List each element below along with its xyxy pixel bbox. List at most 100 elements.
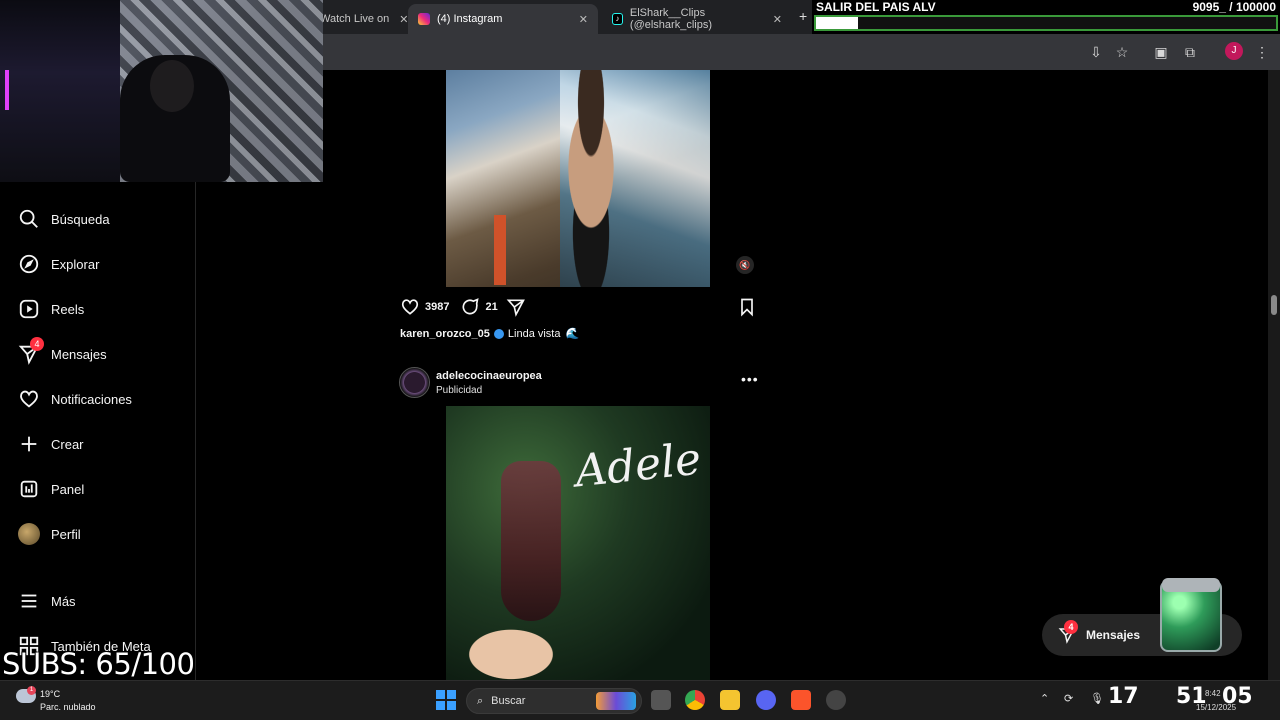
chart-icon: [20, 480, 38, 498]
compass-icon: [19, 254, 39, 274]
post-media-figure: [546, 70, 636, 287]
instagram-sidebar: Búsqueda Explorar Reels 4 Mensajes Notif…: [0, 182, 196, 680]
search-icon: ⌕: [477, 694, 484, 707]
sidebar-item-panel[interactable]: Panel: [18, 478, 84, 500]
profile-avatar[interactable]: J: [1225, 42, 1243, 60]
weather-temperature[interactable]: 19°C: [40, 689, 60, 699]
wave-emoji: 🌊: [565, 328, 580, 340]
post-media-hand: [446, 616, 576, 680]
post-header: adelecocinaeuropea Publicidad •••: [399, 367, 765, 399]
menu-icon: [21, 594, 37, 608]
share-icon[interactable]: [506, 297, 526, 317]
heart-icon: [20, 390, 38, 408]
new-tab-button[interactable]: +: [799, 8, 807, 24]
sidebar-item-mas[interactable]: Más: [18, 590, 76, 612]
more-options-icon[interactable]: •••: [741, 371, 759, 387]
neon-light: [5, 70, 9, 110]
file-explorer-icon[interactable]: [720, 690, 740, 710]
taskbar-search[interactable]: ⌕ Buscar: [466, 688, 642, 714]
like-count: 3987: [425, 301, 450, 313]
close-icon[interactable]: ✕: [579, 13, 588, 26]
goal-title: SALIR DEL PAIS ALV: [816, 0, 936, 14]
notification-badge: 4: [1064, 620, 1078, 634]
sidebar-item-label: Más: [51, 593, 76, 609]
stream-clock-hours: 17: [1108, 684, 1139, 709]
plus-icon: [21, 436, 37, 452]
post-media[interactable]: [446, 70, 710, 287]
bookmark-icon[interactable]: [737, 297, 757, 317]
sidebar-item-perfil[interactable]: Perfil: [18, 523, 81, 545]
search-icon: [19, 209, 38, 228]
system-date[interactable]: 15/12/2025: [1196, 703, 1236, 712]
post-username[interactable]: karen_orozco_05: [400, 328, 490, 340]
stream-goal-overlay: SALIR DEL PAIS ALV 9095_ / 100000: [812, 0, 1280, 34]
instagram-icon: [418, 13, 430, 25]
tab-title: Watch Live on: [320, 13, 390, 25]
system-time[interactable]: 8:42: [1205, 689, 1221, 698]
chevron-up-icon[interactable]: ⌃: [1040, 692, 1049, 705]
feed-post-video[interactable]: 🔇: [391, 70, 766, 287]
sponsored-label: Publicidad: [436, 385, 483, 396]
tab-tiktok[interactable]: ♪ ElShark__Clips (@elshark_clips) ✕: [602, 4, 792, 34]
sidebar-item-label: Reels: [51, 301, 85, 317]
profile-avatar: [18, 523, 40, 545]
sidebar-item-crear[interactable]: Crear: [18, 433, 84, 455]
sync-icon[interactable]: ⟳: [1064, 692, 1073, 705]
tab-instagram[interactable]: (4) Instagram ✕: [408, 4, 598, 34]
reels-icon: [19, 299, 39, 319]
sidebar-item-reels[interactable]: Reels: [18, 298, 84, 320]
notification-badge: 4: [30, 337, 44, 351]
app-icon[interactable]: [826, 690, 846, 710]
weather-badge: 1: [27, 686, 36, 695]
brave-icon[interactable]: [791, 690, 811, 710]
extensions-icon[interactable]: ⧉: [1180, 42, 1200, 62]
goal-progress-bar: [814, 15, 1278, 31]
sidebar-item-notificaciones[interactable]: Notificaciones: [18, 388, 132, 410]
tab-title: ElShark__Clips (@elshark_clips): [629, 7, 712, 31]
sidebar-item-label: Búsqueda: [51, 211, 110, 227]
verified-badge-icon: [493, 328, 504, 339]
post-media-glass: [501, 461, 561, 621]
scrollbar-thumb[interactable]: [1271, 295, 1277, 315]
sidebar-item-label: Perfil: [51, 526, 81, 542]
post-caption: karen_orozco_05 Linda vista 🌊: [400, 327, 580, 341]
install-app-icon[interactable]: ⇩: [1086, 42, 1106, 62]
webcam-overlay: [0, 0, 323, 182]
tiktok-icon: ♪: [612, 13, 623, 25]
messages-label: Mensajes: [1086, 628, 1141, 642]
microphone-icon[interactable]: 🎙: [1090, 692, 1104, 705]
sidebar-item-label: Crear: [51, 436, 84, 452]
chrome-icon[interactable]: [685, 690, 705, 710]
sidebar-item-label: Mensajes: [51, 346, 107, 362]
post-avatar[interactable]: [399, 367, 430, 398]
windows-start-icon[interactable]: [436, 690, 456, 710]
muted-icon[interactable]: 🔇: [736, 256, 754, 274]
tab-title: (4) Instagram: [437, 13, 503, 25]
scrollbar[interactable]: [1268, 70, 1280, 680]
weather-description[interactable]: Parc. nublado: [40, 702, 96, 712]
star-icon[interactable]: ☆: [1112, 42, 1132, 62]
media-icon[interactable]: ▣: [1151, 42, 1171, 62]
sidebar-item-label: Explorar: [51, 256, 100, 272]
webcam-background: [0, 0, 120, 182]
goal-count: 9095_ / 100000: [1192, 0, 1276, 14]
sidebar-item-explorar[interactable]: Explorar: [18, 253, 99, 275]
screen: Watch Live on ✕ (4) Instagram ✕ ♪ ElShar…: [0, 0, 1280, 720]
close-icon[interactable]: ✕: [773, 13, 782, 26]
post-username[interactable]: adelecocinaeuropea: [436, 370, 542, 382]
sidebar-item-mensajes[interactable]: 4 Mensajes: [18, 337, 107, 365]
goal-progress-fill: [816, 17, 858, 29]
tab-watch-live[interactable]: Watch Live on ✕: [310, 4, 419, 34]
like-heart-icon[interactable]: [400, 297, 420, 317]
kebab-menu-icon[interactable]: ⋮: [1252, 42, 1272, 62]
task-view-icon[interactable]: [651, 690, 671, 710]
discord-icon[interactable]: [756, 690, 776, 710]
subs-counter-overlay: SUBS: 65/100: [2, 647, 195, 681]
gem-jar-lid: [1162, 578, 1220, 592]
caption-text: Linda vista: [507, 327, 561, 340]
post-actions: 3987 21: [400, 297, 531, 317]
comment-count: 21: [485, 301, 498, 313]
sidebar-item-label: Panel: [51, 481, 85, 497]
comment-icon[interactable]: [460, 297, 480, 317]
sidebar-item-busqueda[interactable]: Búsqueda: [18, 208, 110, 230]
